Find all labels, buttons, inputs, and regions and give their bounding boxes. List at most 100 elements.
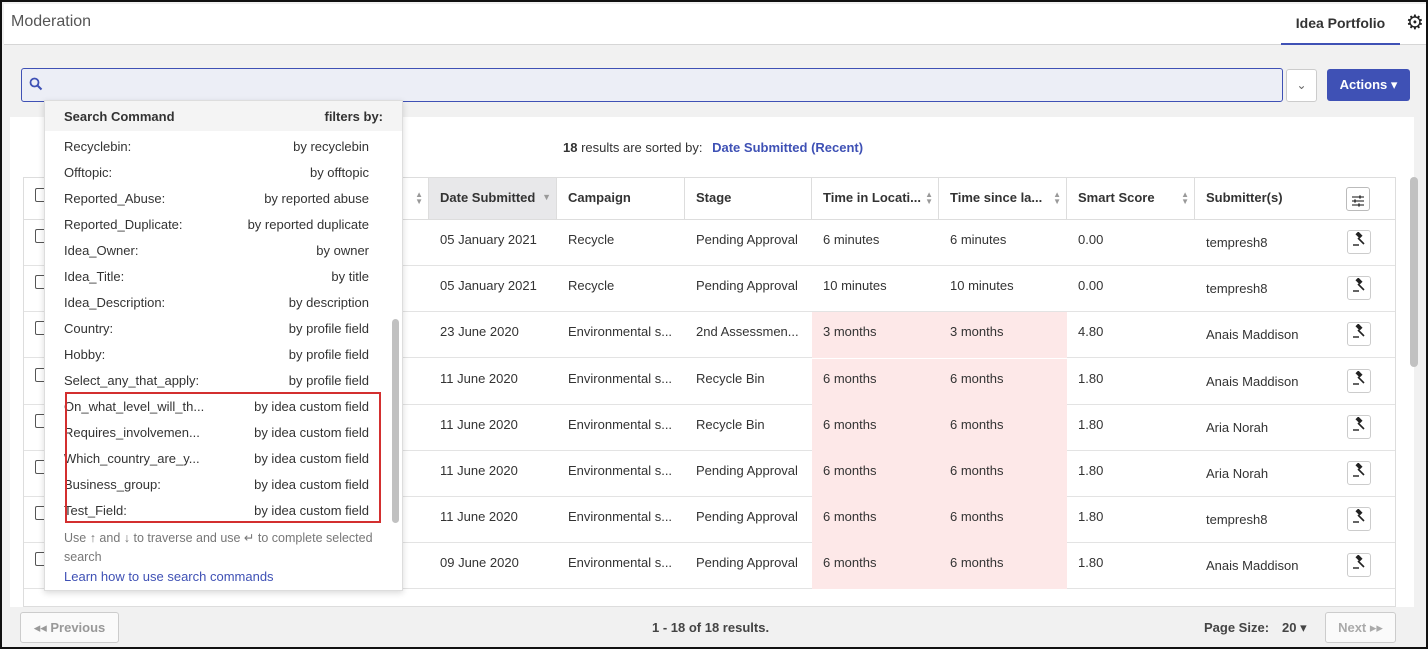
search-command-key: Recyclebin: (64, 139, 132, 154)
cell-submitter[interactable]: Anais Maddison (1195, 543, 1345, 589)
next-button[interactable]: Next ▸▸ (1325, 612, 1396, 643)
moderate-button[interactable] (1347, 368, 1371, 393)
cell-score: 1.80 (1078, 416, 1104, 432)
column-header-campaign[interactable]: Campaign (557, 178, 685, 220)
cell-submitter[interactable]: Anais Maddison (1195, 312, 1345, 358)
actions-button[interactable]: Actions ▾ (1327, 69, 1410, 101)
search-input[interactable] (21, 68, 1283, 102)
page-size-select[interactable]: 20 ▾ (1282, 620, 1307, 636)
moderate-button[interactable] (1347, 507, 1371, 532)
cell-stage: Pending Approval (696, 278, 798, 294)
search-command-item[interactable]: Country: by profile field (64, 316, 369, 342)
search-command-key: Reported_Duplicate: (64, 217, 183, 232)
sort-desc-icon: ▼ (542, 192, 551, 202)
sort-field-link[interactable]: Date Submitted (Recent) (712, 140, 863, 155)
results-sorted-text: results are sorted by: (581, 140, 703, 155)
moderate-button[interactable] (1347, 276, 1371, 301)
cell-date: 11 June 2020 (440, 509, 518, 525)
results-count-footer: 1 - 18 of 18 results. (652, 620, 770, 635)
column-label: Time in Locati... (823, 190, 922, 205)
search-command-filter: by description (288, 295, 369, 310)
gavel-icon (1353, 554, 1365, 570)
moderate-button[interactable] (1347, 461, 1371, 485)
cell-submitter[interactable]: tempresh8 (1195, 220, 1345, 266)
cell-time-since: 6 months (939, 404, 1067, 451)
gavel-icon (1353, 370, 1365, 385)
search-command-key: Idea_Description: (64, 295, 166, 310)
search-command-item[interactable]: Reported_Abuse: by reported abuse (64, 186, 369, 212)
cell-campaign: Recycle (568, 232, 615, 247)
gear-icon[interactable]: ⚙ (1406, 12, 1428, 36)
sort-icon[interactable]: ▲ ▼ (415, 191, 423, 206)
cell-time-since: 3 months (939, 312, 1067, 359)
search-command-item[interactable]: Select_any_that_apply: by profile field (64, 368, 369, 394)
search-command-dropdown: Search Command filters by: Recyclebin: by… (44, 100, 403, 591)
cell-time-since: 6 months (939, 543, 1067, 590)
column-header-time-in-location[interactable]: Time in Locati... ▲ ▼ (812, 178, 939, 220)
cell-submitter[interactable]: Aria Norah (1195, 451, 1345, 497)
column-header-time-since-last[interactable]: Time since la... ▲ ▼ (939, 178, 1067, 220)
custom-field-highlight (65, 392, 381, 523)
column-settings-button[interactable] (1346, 187, 1370, 211)
cell-time-since: 10 minutes (950, 278, 1014, 294)
column-header-stage[interactable]: Stage (685, 178, 812, 220)
cell-submitter[interactable]: tempresh8 (1195, 497, 1345, 543)
cell-time-since: 6 months (939, 451, 1067, 497)
cell-date: 11 June 2020 (440, 463, 518, 478)
cell-score: 0.00 (1078, 278, 1104, 294)
column-header-date-submitted[interactable]: Date Submitted ▼ (429, 178, 557, 220)
cell-time-loc: 3 months (812, 312, 939, 359)
previous-button[interactable]: ◂◂ Previous (20, 612, 119, 643)
search-command-filter: by profile field (288, 321, 369, 336)
column-label: Time since la... (950, 190, 1043, 205)
cell-submitter[interactable]: Aria Norah (1195, 405, 1345, 451)
search-command-item[interactable]: Idea_Description: by description (64, 290, 369, 316)
search-command-item[interactable]: Recyclebin: by recyclebin (64, 134, 369, 160)
cell-score: 0.00 (1078, 232, 1104, 247)
cell-stage: Recycle Bin (696, 370, 765, 386)
cell-submitter[interactable]: Anais Maddison (1195, 359, 1345, 405)
search-command-item[interactable]: Idea_Owner: by owner (64, 238, 369, 264)
moderate-button[interactable] (1347, 230, 1371, 254)
cell-campaign: Environmental s... (568, 324, 673, 340)
search-command-item[interactable]: Reported_Duplicate: by reported duplicate (64, 212, 369, 238)
sort-icon: ▲ ▼ (1053, 190, 1061, 206)
cell-score: 1.80 (1078, 463, 1104, 478)
cell-time-loc: 6 months (812, 404, 939, 451)
cell-date: 05 January 2021 (440, 278, 537, 294)
search-dropdown-toggle[interactable]: ⌄ (1286, 69, 1317, 102)
search-command-key: Country: (64, 321, 114, 336)
actions-label: Actions (1339, 77, 1388, 92)
search-command-filter: by profile field (288, 373, 369, 388)
cell-campaign: Environmental s... (568, 463, 673, 478)
column-header-smart-score[interactable]: Smart Score ▲ ▼ (1067, 178, 1195, 220)
moderate-button[interactable] (1347, 322, 1371, 347)
chevron-down-icon: ⌄ (1296, 78, 1307, 92)
moderate-button[interactable] (1347, 553, 1371, 578)
cell-stage: 2nd Assessmen... (696, 324, 799, 340)
search-command-item[interactable]: Idea_Title: by title (64, 264, 369, 290)
cell-time-since: 6 minutes (950, 232, 1007, 247)
learn-search-commands-link[interactable]: Learn how to use search commands (64, 569, 274, 584)
cell-time-loc: 6 months (812, 543, 939, 590)
moderate-button[interactable] (1347, 414, 1371, 439)
sliders-icon (1352, 195, 1364, 207)
column-label: Submitter(s) (1206, 190, 1283, 205)
cell-campaign: Environmental s... (568, 555, 673, 571)
cell-score: 1.80 (1078, 509, 1104, 525)
dropdown-scrollbar[interactable] (392, 319, 399, 523)
table-scrollbar[interactable] (1410, 177, 1418, 367)
cell-submitter[interactable]: tempresh8 (1195, 266, 1345, 312)
column-header-submitters[interactable]: Submitter(s) (1195, 178, 1395, 220)
gavel-icon (1353, 323, 1365, 339)
cell-date: 09 June 2020 (440, 555, 519, 571)
tab-idea-portfolio[interactable]: Idea Portfolio (1281, 4, 1400, 45)
cell-campaign: Recycle (568, 278, 615, 294)
search-command-filter: by offtopic (309, 165, 369, 180)
cell-campaign: Environmental s... (568, 416, 673, 432)
search-command-key: Select_any_that_apply: (64, 373, 200, 388)
search-command-item[interactable]: Offtopic: by offtopic (64, 160, 369, 186)
search-command-item[interactable]: Hobby: by profile field (64, 342, 369, 368)
column-label: Smart Score (1078, 190, 1155, 205)
page-size-label: Page Size: (1204, 620, 1270, 635)
